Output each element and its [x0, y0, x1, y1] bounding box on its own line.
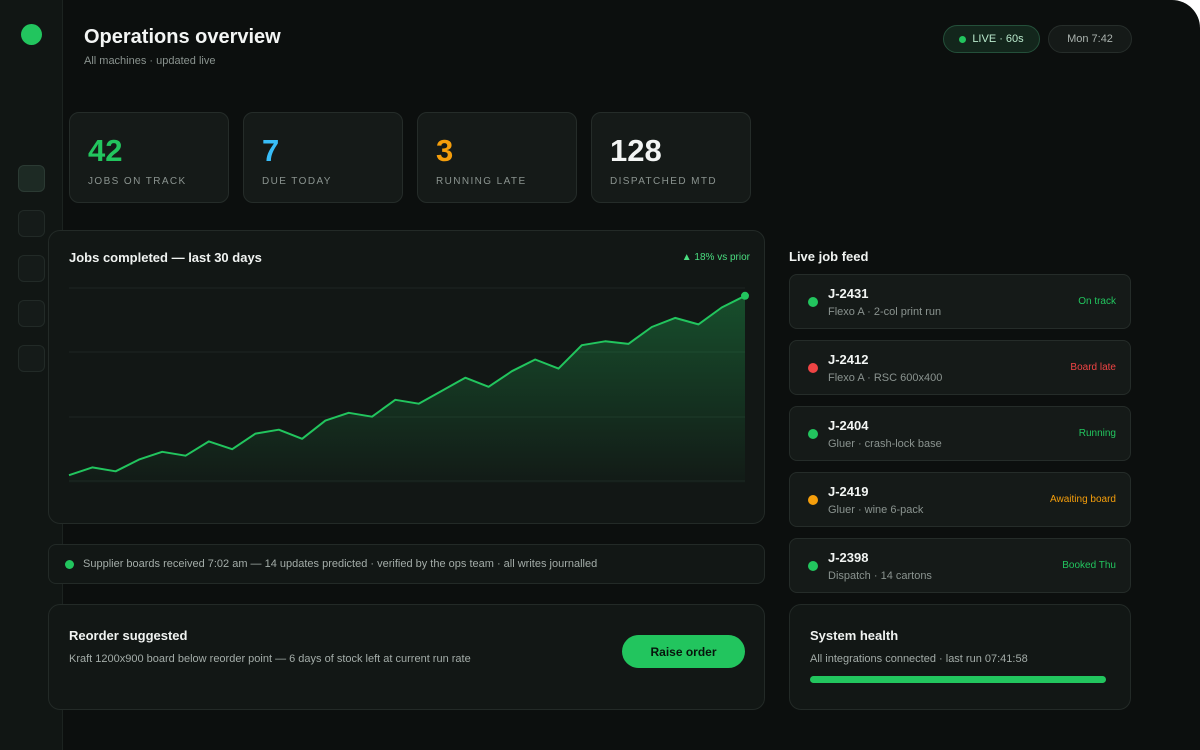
- job-status: Board late: [1070, 362, 1116, 373]
- status-dot-icon: [808, 495, 818, 505]
- live-label: LIVE · 60s: [972, 33, 1024, 45]
- status-dot-icon: [808, 363, 818, 373]
- system-health-card: System health All integrations connected…: [789, 604, 1131, 710]
- live-indicator[interactable]: LIVE · 60s: [943, 25, 1040, 53]
- jobs-chart-card: Jobs completed — last 30 days ▲ 18% vs p…: [48, 230, 765, 524]
- job-id: J-2412: [828, 352, 869, 367]
- stat-label: DISPATCHED MTD: [610, 176, 718, 187]
- app-window: Operations overview All machines · updat…: [0, 0, 1200, 750]
- nav-item-3[interactable]: [18, 255, 45, 282]
- feed-item-j2431[interactable]: J-2431 Flexo A · 2-col print run On trac…: [789, 274, 1131, 329]
- stat-card-running-late[interactable]: 3 RUNNING LATE: [417, 112, 577, 203]
- live-dot-icon: [959, 35, 967, 43]
- stat-card-due-today[interactable]: 7 DUE TODAY: [243, 112, 403, 203]
- stat-label: RUNNING LATE: [436, 176, 527, 187]
- stat-card-on-track[interactable]: 42 JOBS ON TRACK: [69, 112, 229, 203]
- notice-text: Supplier boards received 7:02 am — 14 up…: [83, 558, 598, 570]
- nav-item-1[interactable]: [18, 165, 45, 192]
- health-title: System health: [810, 628, 899, 643]
- notice-dot-icon: [65, 560, 74, 569]
- job-detail: Flexo A · 2-col print run: [828, 306, 942, 318]
- job-id: J-2419: [828, 484, 869, 499]
- chart-point: [741, 291, 749, 300]
- feed-item-j2412[interactable]: J-2412 Flexo A · RSC 600x400 Board late: [789, 340, 1131, 395]
- raise-order-button[interactable]: Raise order: [622, 635, 745, 668]
- health-progress-fill: [810, 676, 1106, 683]
- feed-item-j2419[interactable]: J-2419 Gluer · wine 6-pack Awaiting boar…: [789, 472, 1131, 527]
- stat-value: 3: [436, 133, 454, 168]
- logo-icon: [21, 24, 42, 45]
- supplier-notice: Supplier boards received 7:02 am — 14 up…: [48, 544, 765, 584]
- nav-item-4[interactable]: [18, 300, 45, 327]
- time-pill[interactable]: Mon 7:42: [1048, 25, 1132, 53]
- reorder-card: Reorder suggested Kraft 1200x900 board b…: [48, 604, 765, 710]
- health-text: All integrations connected · last run 07…: [810, 653, 1028, 665]
- time-label: Mon 7:42: [1067, 33, 1113, 45]
- job-id: J-2398: [828, 550, 869, 565]
- stat-value: 128: [610, 133, 662, 168]
- stat-label: JOBS ON TRACK: [88, 176, 187, 187]
- feed-title: Live job feed: [789, 249, 869, 264]
- reorder-title: Reorder suggested: [69, 628, 188, 643]
- job-status: Running: [1078, 428, 1116, 439]
- job-detail: Gluer · wine 6-pack: [828, 504, 924, 516]
- stat-value: 42: [88, 133, 123, 168]
- job-status: Awaiting board: [1050, 494, 1116, 505]
- status-dot-icon: [808, 297, 818, 307]
- job-detail: Dispatch · 14 cartons: [828, 570, 932, 582]
- job-detail: Flexo A · RSC 600x400: [828, 372, 943, 384]
- nav-item-2[interactable]: [18, 210, 45, 237]
- health-progress-track: [810, 676, 1106, 683]
- job-detail: Gluer · crash-lock base: [828, 438, 942, 450]
- status-dot-icon: [808, 561, 818, 571]
- reorder-text: Kraft 1200x900 board below reorder point…: [69, 653, 471, 665]
- feed-item-j2398[interactable]: J-2398 Dispatch · 14 cartons Booked Thu: [789, 538, 1131, 593]
- job-id: J-2404: [828, 418, 869, 433]
- stat-label: DUE TODAY: [262, 176, 332, 187]
- page-title: Operations overview: [84, 26, 281, 48]
- feed-item-j2404[interactable]: J-2404 Gluer · crash-lock base Running: [789, 406, 1131, 461]
- page-subtitle: All machines · updated live: [84, 55, 216, 67]
- jobs-chart: [68, 287, 749, 483]
- stat-value: 7: [262, 133, 280, 168]
- chart-area: [69, 295, 745, 483]
- job-status: On track: [1078, 296, 1116, 307]
- stat-card-dispatched[interactable]: 128 DISPATCHED MTD: [591, 112, 751, 203]
- status-dot-icon: [808, 429, 818, 439]
- job-id: J-2431: [828, 286, 869, 301]
- job-status: Booked Thu: [1062, 560, 1116, 571]
- nav-item-5[interactable]: [18, 345, 45, 372]
